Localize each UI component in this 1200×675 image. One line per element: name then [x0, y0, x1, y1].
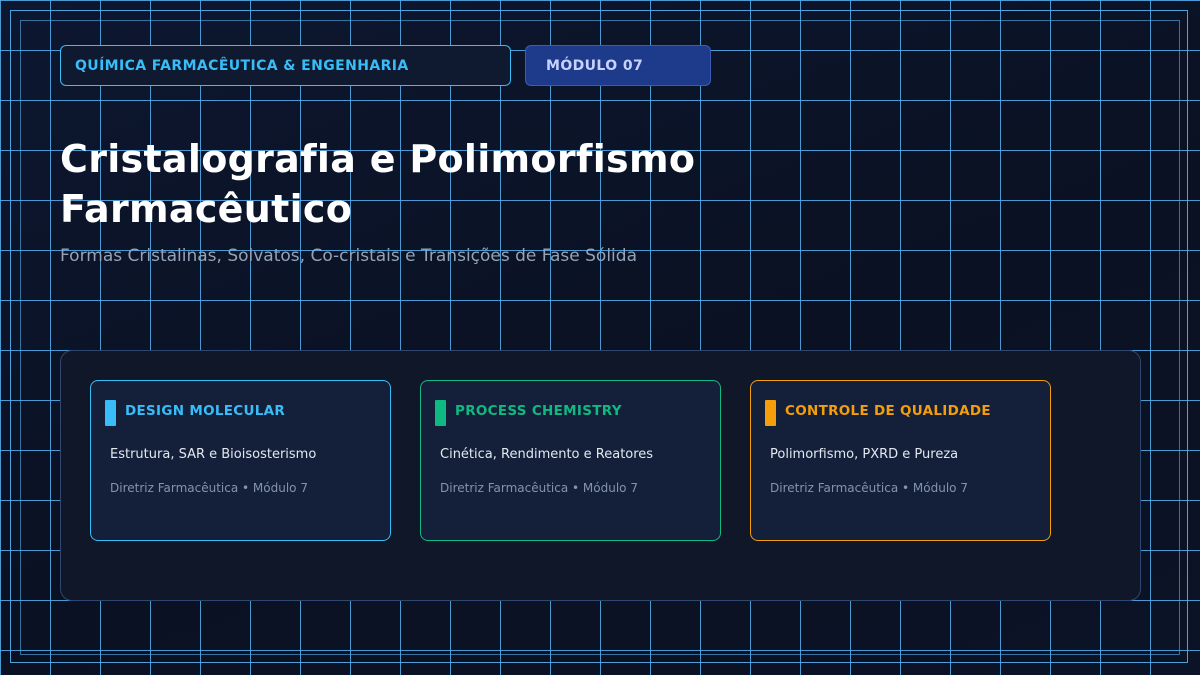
card-meta: Diretriz Farmacêutica • Módulo 7 [110, 481, 308, 495]
card-title: PROCESS CHEMISTRY [455, 403, 622, 419]
slide: QUÍMICA FARMACÊUTICA & ENGENHARIA MÓDULO… [0, 0, 1200, 675]
page-subtitle: Formas Cristalinas, Solvatos, Co-cristai… [60, 246, 637, 266]
topics-panel: DESIGN MOLECULAR Estrutura, SAR e Bioiso… [60, 350, 1141, 601]
module-badge: MÓDULO 07 [525, 45, 711, 86]
module-badge-label: MÓDULO 07 [546, 57, 644, 74]
card-accent-bar [765, 400, 776, 426]
card-meta: Diretriz Farmacêutica • Módulo 7 [770, 481, 968, 495]
card-meta: Diretriz Farmacêutica • Módulo 7 [440, 481, 638, 495]
card-description: Estrutura, SAR e Bioisosterismo [110, 447, 317, 462]
topic-card-design-molecular: DESIGN MOLECULAR Estrutura, SAR e Bioiso… [90, 380, 391, 541]
topic-card-controle-qualidade: CONTROLE DE QUALIDADE Polimorfismo, PXRD… [750, 380, 1051, 541]
category-badge: QUÍMICA FARMACÊUTICA & ENGENHARIA [60, 45, 511, 86]
card-title: CONTROLE DE QUALIDADE [785, 403, 991, 419]
card-accent-bar [105, 400, 116, 426]
card-title: DESIGN MOLECULAR [125, 403, 286, 419]
topic-card-process-chemistry: PROCESS CHEMISTRY Cinética, Rendimento e… [420, 380, 721, 541]
page-title: Cristalografia e Polimorfismo Farmacêuti… [60, 137, 696, 231]
card-description: Polimorfismo, PXRD e Pureza [770, 447, 959, 462]
card-accent-bar [435, 400, 446, 426]
category-badge-label: QUÍMICA FARMACÊUTICA & ENGENHARIA [75, 57, 409, 74]
card-description: Cinética, Rendimento e Reatores [440, 447, 654, 462]
